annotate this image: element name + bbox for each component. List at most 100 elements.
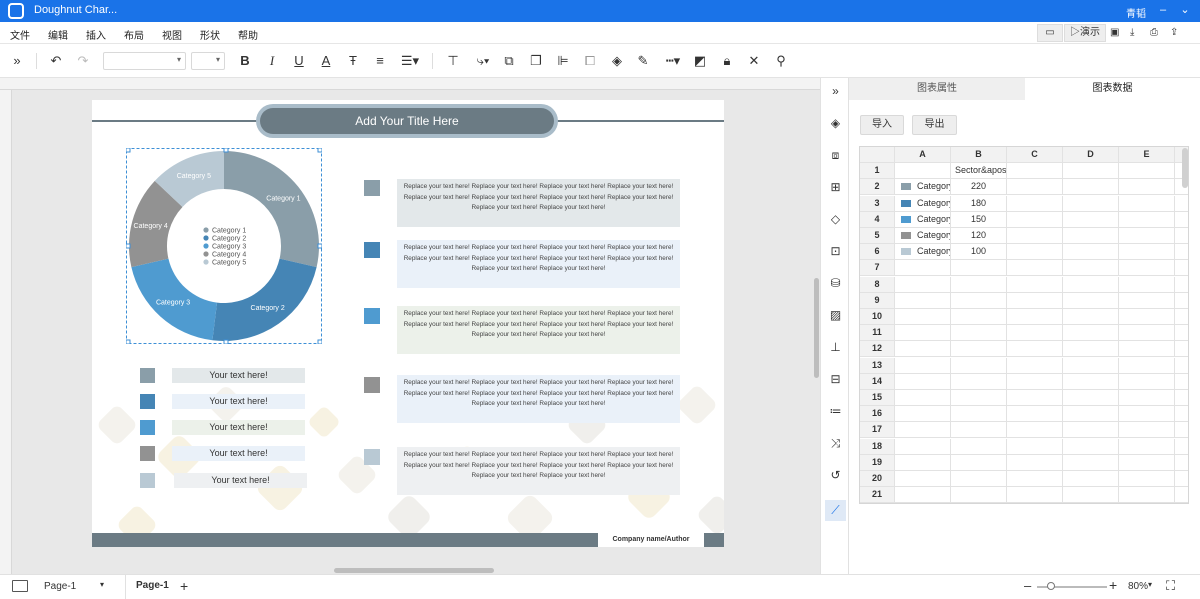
data-cell[interactable] <box>1175 455 1188 471</box>
data-cell[interactable] <box>895 309 951 325</box>
data-cell[interactable] <box>1063 406 1119 422</box>
page-tab[interactable]: Page-1 <box>136 580 169 591</box>
data-cell[interactable] <box>951 439 1007 455</box>
legend-swatch[interactable] <box>140 446 155 461</box>
row-header[interactable]: 11 <box>860 325 895 341</box>
image-edit-icon[interactable]: ⧈ <box>828 148 843 163</box>
data-cell[interactable] <box>1063 212 1119 228</box>
data-cell[interactable] <box>895 471 951 487</box>
row-header[interactable]: 9 <box>860 293 895 309</box>
row-header[interactable]: 7 <box>860 260 895 276</box>
data-cell[interactable] <box>1175 341 1188 357</box>
data-cell[interactable] <box>1119 358 1175 374</box>
resize-handle[interactable] <box>317 243 322 249</box>
fill-icon[interactable]: ◈ <box>608 53 626 69</box>
data-cell[interactable] <box>1119 212 1175 228</box>
vertical-scrollbar[interactable] <box>814 278 819 378</box>
line-style-icon[interactable]: ┅▾ <box>661 53 685 69</box>
data-cell[interactable] <box>1007 163 1063 179</box>
print-icon[interactable]: ⎙ <box>1150 24 1162 42</box>
text-swatch[interactable] <box>364 449 380 465</box>
row-header[interactable]: 5 <box>860 228 895 244</box>
data-cell[interactable] <box>1063 422 1119 438</box>
data-cell[interactable] <box>1175 212 1188 228</box>
data-cell[interactable]: 150 <box>951 212 1007 228</box>
tools-icon[interactable]: ✕ <box>745 53 763 69</box>
row-header[interactable]: 15 <box>860 390 895 406</box>
data-cell[interactable] <box>1063 390 1119 406</box>
data-cell[interactable] <box>951 309 1007 325</box>
underline-icon[interactable]: U <box>290 53 308 69</box>
data-cell[interactable] <box>1063 293 1119 309</box>
resize-handle[interactable] <box>223 148 229 153</box>
data-cell[interactable] <box>1007 390 1063 406</box>
data-cell[interactable] <box>951 277 1007 293</box>
row-header[interactable]: 17 <box>860 422 895 438</box>
text-block[interactable]: Replace your text here! Replace your tex… <box>397 306 680 354</box>
data-cell[interactable] <box>1007 277 1063 293</box>
data-cell[interactable] <box>951 374 1007 390</box>
data-cell[interactable]: Sector&apos; <box>951 163 1007 179</box>
data-cell[interactable] <box>1175 309 1188 325</box>
data-cell[interactable] <box>895 277 951 293</box>
connector-icon[interactable]: ⤷▾ <box>472 53 494 69</box>
data-cell[interactable] <box>1007 439 1063 455</box>
data-cell[interactable] <box>1007 406 1063 422</box>
data-cell[interactable] <box>1175 358 1188 374</box>
menu-shape[interactable]: 形状 <box>200 27 220 42</box>
data-cell[interactable] <box>1007 309 1063 325</box>
redo-icon[interactable]: ↷ <box>74 53 92 69</box>
row-header[interactable]: 18 <box>860 439 895 455</box>
data-cell[interactable] <box>951 293 1007 309</box>
resize-handle[interactable] <box>126 243 131 249</box>
text-swatch[interactable] <box>364 377 380 393</box>
database-icon[interactable]: ⛁ <box>828 276 843 291</box>
data-cell[interactable] <box>1007 358 1063 374</box>
data-cell[interactable]: 220 <box>951 179 1007 195</box>
data-cell[interactable] <box>1119 309 1175 325</box>
data-cell[interactable] <box>1119 341 1175 357</box>
tab-chart-data[interactable]: 图表数据 <box>1025 78 1200 100</box>
tab-chart-properties[interactable]: 图表属性 <box>849 78 1025 100</box>
menu-layout[interactable]: 布局 <box>124 27 144 42</box>
import-button[interactable]: 导入 <box>860 115 904 135</box>
legend-swatch[interactable] <box>140 368 155 383</box>
data-cell[interactable] <box>1007 212 1063 228</box>
data-cell[interactable] <box>1063 325 1119 341</box>
data-cell[interactable] <box>895 293 951 309</box>
menu-edit[interactable]: 编辑 <box>48 27 68 42</box>
zoom-slider-handle[interactable] <box>1047 582 1055 590</box>
data-cell[interactable] <box>1175 439 1188 455</box>
legend-swatch[interactable] <box>140 473 155 488</box>
text-block[interactable]: Replace your text here! Replace your tex… <box>397 375 680 423</box>
row-header[interactable]: 20 <box>860 471 895 487</box>
collapse-panel-icon[interactable]: » <box>8 53 26 69</box>
shuffle-icon[interactable]: ⤨ <box>828 436 843 451</box>
data-cell[interactable] <box>1119 455 1175 471</box>
data-cell[interactable] <box>1007 260 1063 276</box>
data-cell[interactable] <box>1119 439 1175 455</box>
row-header[interactable]: 12 <box>860 341 895 357</box>
chevron-down-icon[interactable]: ▾ <box>100 580 104 589</box>
fill-icon[interactable]: ◈ <box>828 116 843 131</box>
data-cell[interactable] <box>1007 422 1063 438</box>
data-cell[interactable] <box>895 358 951 374</box>
component-icon[interactable]: ⊟ <box>828 372 843 387</box>
page-title[interactable]: Add Your Title Here <box>260 108 554 134</box>
sheet-scrollbar[interactable] <box>1182 148 1188 188</box>
data-cell[interactable] <box>1175 325 1188 341</box>
data-cell[interactable] <box>1063 471 1119 487</box>
data-cell[interactable] <box>951 406 1007 422</box>
legend-swatch[interactable] <box>140 394 155 409</box>
chart-slice[interactable] <box>212 258 317 341</box>
data-cell[interactable] <box>1175 406 1188 422</box>
bring-front-icon[interactable]: ⧉ <box>500 53 518 69</box>
layers-icon[interactable]: ◇ <box>828 212 843 227</box>
data-cell[interactable]: 120 <box>951 228 1007 244</box>
data-cell[interactable] <box>1119 228 1175 244</box>
data-cell[interactable] <box>895 341 951 357</box>
horizontal-scrollbar[interactable] <box>334 568 494 573</box>
series-color-swatch[interactable] <box>901 200 911 208</box>
row-header[interactable]: 14 <box>860 374 895 390</box>
row-header[interactable]: 8 <box>860 277 895 293</box>
